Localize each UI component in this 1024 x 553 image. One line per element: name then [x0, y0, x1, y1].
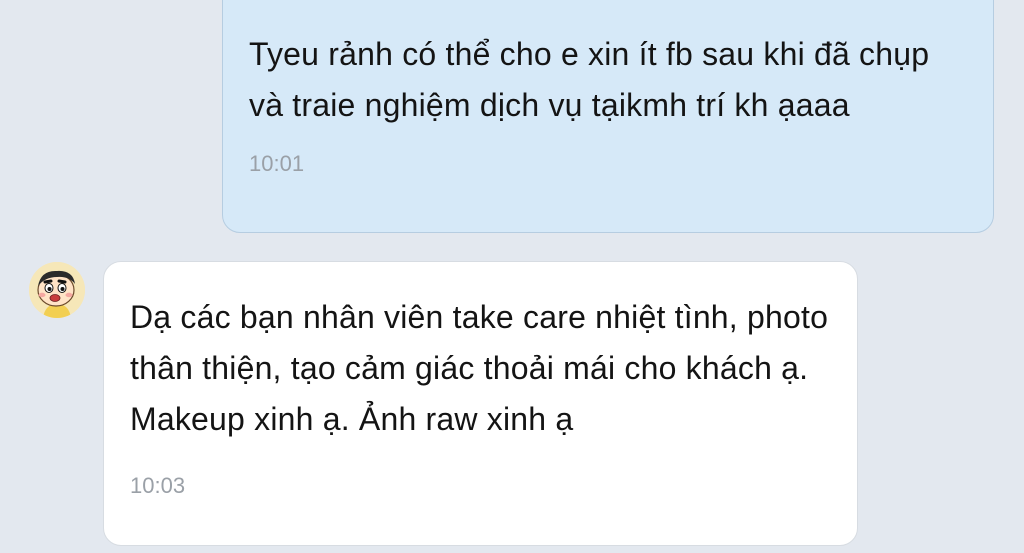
message-text: Dạ các bạn nhân viên take care nhiệt tìn…: [130, 299, 829, 437]
contact-avatar-icon[interactable]: [29, 262, 85, 318]
message-timestamp: 10:01: [249, 151, 305, 176]
message-text: Tyeu rảnh có thể cho e xin ít fb sau khi…: [249, 36, 930, 123]
chat-thread[interactable]: Tyeu rảnh có thể cho e xin ít fb sau khi…: [0, 0, 1024, 553]
outgoing-message-bubble[interactable]: Tyeu rảnh có thể cho e xin ít fb sau khi…: [222, 0, 994, 233]
incoming-message-bubble[interactable]: Dạ các bạn nhân viên take care nhiệt tìn…: [103, 261, 858, 546]
message-timestamp: 10:03: [130, 473, 186, 498]
cartoon-boy-avatar-icon: [29, 262, 85, 318]
